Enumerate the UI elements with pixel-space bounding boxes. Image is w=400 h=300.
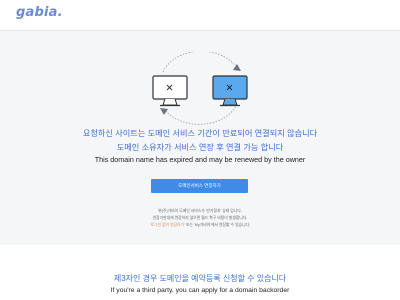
expired-message-korean: 요청하신 사이트는 도메인 서비스 기간이 만료되어 연결되지 않습니다: [82, 129, 318, 138]
notice-text: 또는 'My가비아'에서 연장할 수 있습니다.: [185, 222, 251, 227]
renew-without-login-link[interactable]: '로그인 없이 연장하기': [150, 223, 185, 227]
expired-message-english: This domain name has expired and may be …: [94, 155, 306, 164]
main-panel: 요청하신 사이트는 도메인 서비스 기간이 만료되어 연결되지 않습니다 도메인…: [0, 31, 400, 245]
renewal-message-korean: 도메인 소유자가 서비스 연장 후 연결 가능 합니다: [116, 143, 284, 152]
header-bar: gabia.: [0, 0, 400, 31]
renew-domain-button[interactable]: 도메인서비스 연장하기: [151, 179, 248, 193]
backorder-message-korean[interactable]: 제3자인 경우 도메인을 예약등록 신청할 수 있습니다: [0, 273, 400, 284]
connected-monitor-icon: [212, 75, 248, 107]
gabia-logo[interactable]: gabia.: [16, 5, 63, 20]
disconnected-monitor-icon: [152, 75, 188, 107]
notice-line: 위(주)가비아 도메인 서비스가 '만기정지' 상태 입니다.: [158, 209, 242, 213]
backorder-message-english: If you're a third party, you can apply f…: [110, 287, 290, 294]
notice-line: '로그인 없이 연장하기' 또는 'My가비아'에서 연장할 수 있습니다.: [0, 222, 400, 229]
expiry-notice: 위(주)가비아 도메인 서비스가 '만기정지' 상태 입니다. 연장기한내에 연…: [0, 208, 400, 228]
notice-line: 연장기한내에 연장하지 않으면 월드 복구 비용이 발생합니다.: [152, 215, 248, 220]
